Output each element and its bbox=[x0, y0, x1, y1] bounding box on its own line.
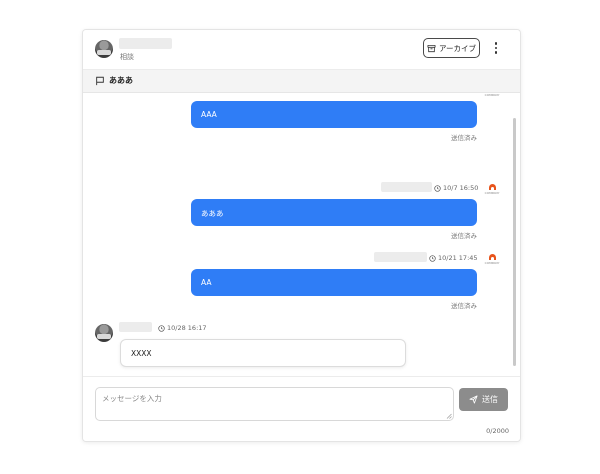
send-button[interactable]: 送信 bbox=[459, 388, 508, 411]
message-list[interactable]: COMPANY AAA 送信済み 10/7 16:50 COMPANY あああ … bbox=[83, 93, 520, 376]
outgoing-message-bubble: AA bbox=[191, 269, 477, 296]
contact-avatar bbox=[95, 40, 113, 58]
clock-icon bbox=[158, 324, 165, 332]
message-status: 送信済み bbox=[451, 232, 477, 240]
chat-header: 相談 アーカイブ bbox=[83, 30, 520, 70]
clock-icon bbox=[429, 254, 436, 262]
message-status: 送信済み bbox=[451, 302, 477, 310]
company-logo: COMPANY bbox=[485, 93, 500, 99]
kebab-menu-icon bbox=[494, 42, 498, 45]
archive-button[interactable]: アーカイブ bbox=[423, 38, 480, 58]
sender-avatar bbox=[95, 324, 113, 342]
message-input[interactable] bbox=[95, 387, 454, 421]
message-status: 送信済み bbox=[451, 134, 477, 142]
sender-name-redacted bbox=[374, 252, 427, 262]
message-timestamp: 10/21 17:45 bbox=[438, 254, 478, 262]
thread-subject-bar: あああ bbox=[83, 70, 520, 93]
message-timestamp: 10/28 16:17 bbox=[167, 324, 207, 332]
character-counter: 0/2000 bbox=[486, 427, 509, 435]
company-logo: COMPANY bbox=[485, 253, 499, 267]
message-meta: 10/21 17:45 bbox=[429, 254, 478, 262]
flag-icon bbox=[96, 76, 104, 86]
sender-name-redacted bbox=[119, 322, 152, 332]
archive-box-icon bbox=[427, 44, 436, 52]
message-text: XXXX bbox=[131, 349, 152, 358]
message-meta: 10/28 16:17 bbox=[158, 324, 207, 332]
send-button-label: 送信 bbox=[482, 395, 498, 404]
message-meta: 10/7 16:50 bbox=[434, 184, 478, 192]
message-composer: 送信 0/2000 bbox=[83, 376, 520, 441]
incoming-message-bubble: XXXX bbox=[120, 339, 406, 367]
sender-name-redacted bbox=[381, 182, 432, 192]
message-text: AA bbox=[201, 278, 212, 287]
archive-button-label: アーカイブ bbox=[438, 43, 477, 53]
more-options-button[interactable] bbox=[488, 39, 504, 57]
contact-name-redacted bbox=[119, 38, 172, 49]
company-logo: COMPANY bbox=[485, 183, 499, 197]
message-timestamp: 10/7 16:50 bbox=[443, 184, 479, 192]
paper-plane-icon bbox=[469, 395, 478, 404]
message-text: あああ bbox=[201, 209, 224, 218]
message-text: AAA bbox=[201, 110, 217, 119]
resize-handle-icon[interactable] bbox=[446, 413, 452, 419]
contact-subtitle: 相談 bbox=[120, 53, 134, 61]
thread-subject: あああ bbox=[109, 76, 133, 85]
scrollbar-thumb[interactable] bbox=[513, 118, 516, 366]
outgoing-message-bubble: AAA bbox=[191, 101, 477, 128]
outgoing-message-bubble: あああ bbox=[191, 199, 477, 226]
clock-icon bbox=[434, 184, 441, 192]
chat-panel: 相談 アーカイブ あああ COMPANY AAA 送信済み 10/7 16:50… bbox=[82, 29, 521, 442]
